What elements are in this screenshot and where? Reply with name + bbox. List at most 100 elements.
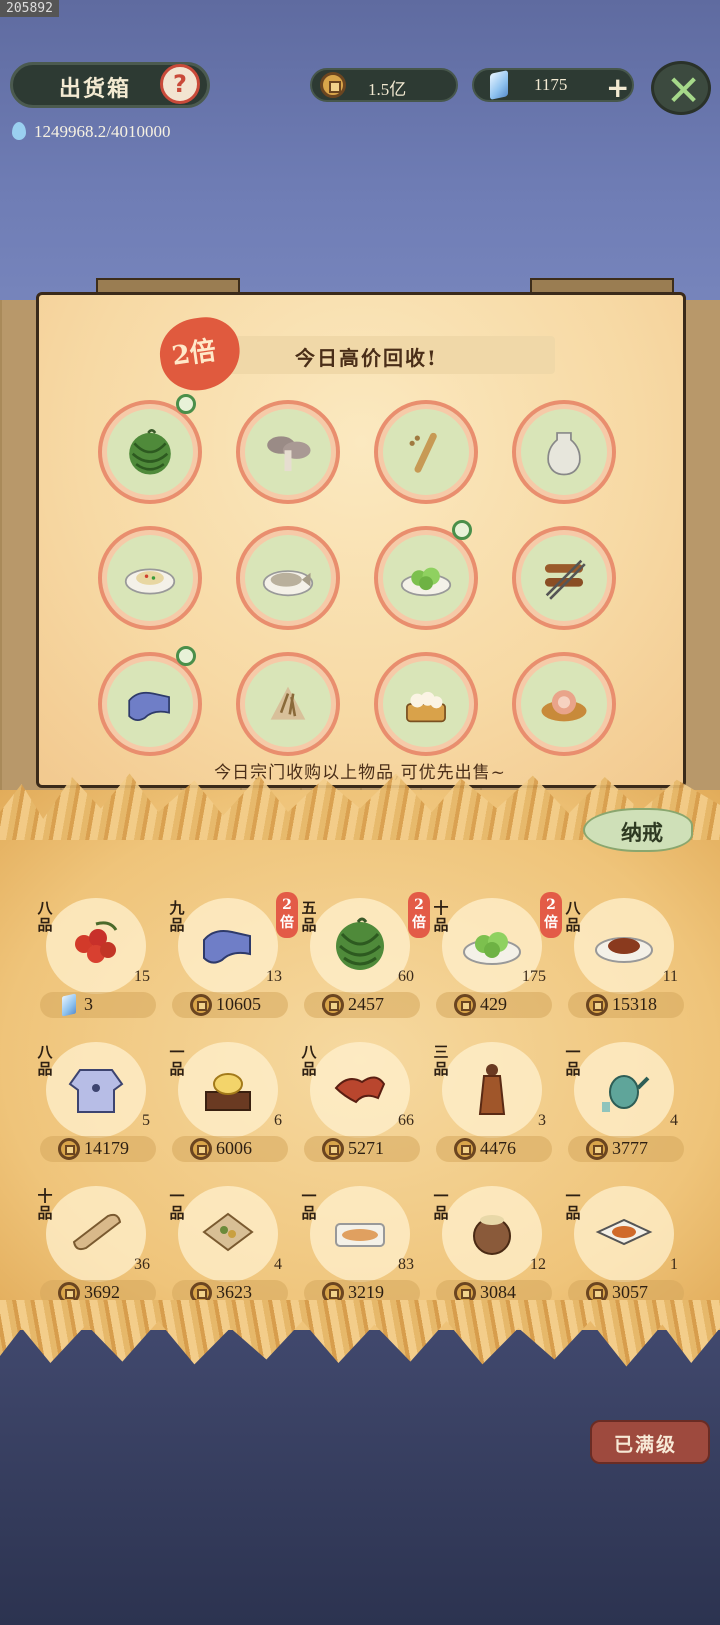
inventory-item-teapot[interactable]: 一品 4 3777	[564, 1036, 688, 1166]
coin-icon	[190, 994, 212, 1016]
item-quantity: 3	[538, 1112, 546, 1129]
item-price: 6006	[172, 1136, 288, 1162]
double-price-badge: 2倍	[408, 892, 430, 938]
inventory-item-tofu-dish[interactable]: 一品 1 3057	[564, 1180, 688, 1310]
close-icon: ✕	[666, 66, 702, 115]
inventory-item-clay-pot[interactable]: 一品 12 3084	[432, 1180, 556, 1310]
item-price-value: 15318	[612, 994, 657, 1014]
coin-icon	[322, 1138, 344, 1160]
recycle-item-herb-bundle	[236, 652, 340, 756]
clay-pot-icon	[462, 1202, 522, 1262]
double-price-badge: 2倍	[276, 892, 298, 938]
fish-platter-icon	[330, 1202, 390, 1262]
item-grade: 一品	[565, 1043, 581, 1078]
item-price-value: 3	[84, 994, 93, 1014]
recycle-item-vase	[512, 400, 616, 504]
page-title: 出货箱	[59, 76, 132, 102]
item-price: 3777	[568, 1136, 684, 1162]
item-price: 4476	[436, 1136, 552, 1162]
gem-value: 1175	[534, 75, 568, 94]
inventory-item-cloth[interactable]: 九品 2 倍 13 10605	[168, 892, 298, 1022]
item-price-value: 3777	[612, 1138, 648, 1158]
cloth-icon	[198, 914, 258, 974]
inventory-item-fish-platter[interactable]: 一品 83 3219	[300, 1180, 424, 1310]
inventory-item-scroll[interactable]: 十品 36 3692	[36, 1180, 160, 1310]
item-quantity: 4	[274, 1256, 282, 1273]
item-quantity: 15	[134, 968, 150, 985]
water-counter: 1249968.2/4010000	[12, 122, 170, 142]
inventory-item-herb-pack[interactable]: 一品 4 3623	[168, 1180, 292, 1310]
hay-fringe-bottom	[0, 1300, 720, 1367]
item-grade: 一品	[301, 1187, 317, 1222]
item-price-value: 3692	[84, 1282, 120, 1302]
double-badge-label: 2倍	[170, 335, 218, 372]
item-price: 3	[40, 992, 156, 1018]
mushroom-icon	[262, 426, 314, 478]
recycle-item-watermelon	[98, 400, 202, 504]
item-grade: 十品	[433, 899, 449, 934]
recycle-item-steamed-buns	[374, 652, 478, 756]
watermelon-icon	[330, 914, 390, 974]
maxed-level-label: 已满级	[614, 1434, 678, 1456]
item-price-value: 10605	[216, 994, 261, 1014]
item-price-value: 3057	[612, 1282, 648, 1302]
item-quantity: 175	[522, 968, 546, 985]
item-grade: 九品	[169, 899, 185, 934]
item-quantity: 5	[142, 1112, 150, 1129]
close-button[interactable]: ✕	[651, 61, 711, 115]
maxed-level-button[interactable]: 已满级	[590, 1420, 710, 1464]
item-price-value: 429	[480, 994, 507, 1014]
inventory-item-statue[interactable]: 三品 3 4476	[432, 1036, 556, 1166]
item-price-value: 3219	[348, 1282, 384, 1302]
herb-pack-icon	[198, 1202, 258, 1262]
recycle-item-fish-plate	[236, 526, 340, 630]
tofu-dish-icon	[594, 1202, 654, 1262]
item-price-value: 14179	[84, 1138, 129, 1158]
item-quantity: 66	[398, 1112, 414, 1129]
item-grade: 五品	[301, 899, 317, 934]
inventory-item-greens-plate[interactable]: 十品 2 倍 175 429	[432, 892, 562, 1022]
item-quantity: 36	[134, 1256, 150, 1273]
coin-value: 1.5亿	[368, 80, 407, 99]
greens-plate-icon	[400, 552, 452, 604]
fish-plate-icon	[262, 552, 314, 604]
gem-balance: 1175 +	[472, 68, 634, 104]
greens-plate-icon	[462, 914, 522, 974]
question-mark-icon[interactable]: ?	[160, 64, 200, 104]
steamed-buns-icon	[400, 678, 452, 730]
inventory-item-lychee[interactable]: 八品 15 3	[36, 892, 160, 1022]
ring-tag-icon	[176, 394, 196, 414]
teapot-icon	[594, 1058, 654, 1118]
scroll-icon	[66, 1202, 126, 1262]
recycle-item-greens-plate	[374, 526, 478, 630]
item-grade: 一品	[169, 1043, 185, 1078]
inventory-item-watermelon[interactable]: 五品 2 倍 60 2457	[300, 892, 430, 1022]
statue-icon	[462, 1058, 522, 1118]
item-quantity: 83	[398, 1256, 414, 1273]
gem-icon	[490, 70, 508, 100]
item-quantity: 13	[266, 968, 282, 985]
item-grade: 八品	[37, 1043, 53, 1078]
ring-tag-icon	[176, 646, 196, 666]
item-quantity: 4	[670, 1112, 678, 1129]
item-quantity: 1	[670, 1256, 678, 1273]
add-gems-button[interactable]: +	[606, 71, 629, 104]
inventory-item-red-cloth[interactable]: 八品 66 5271	[300, 1036, 424, 1166]
inventory-item-braised-dish[interactable]: 八品 11 15318	[564, 892, 688, 1022]
storage-ring-tab[interactable]: 纳戒	[583, 808, 693, 852]
item-price: 10605	[172, 992, 288, 1018]
coin-icon	[322, 994, 344, 1016]
water-drop-icon	[12, 122, 26, 140]
item-price-value: 5271	[348, 1138, 384, 1158]
inventory-item-robe[interactable]: 八品 5 14179	[36, 1036, 160, 1166]
item-grade: 八品	[565, 899, 581, 934]
recycle-item-meat-bowl	[512, 652, 616, 756]
watermelon-icon	[124, 426, 176, 478]
item-grade: 一品	[433, 1187, 449, 1222]
cloth-icon	[124, 678, 176, 730]
item-price: 5271	[304, 1136, 420, 1162]
coin-balance: 1.5亿	[310, 68, 458, 102]
coin-icon	[454, 1138, 476, 1160]
herb-bundle-icon	[262, 678, 314, 730]
inventory-item-ingot-box[interactable]: 一品 6 6006	[168, 1036, 292, 1166]
